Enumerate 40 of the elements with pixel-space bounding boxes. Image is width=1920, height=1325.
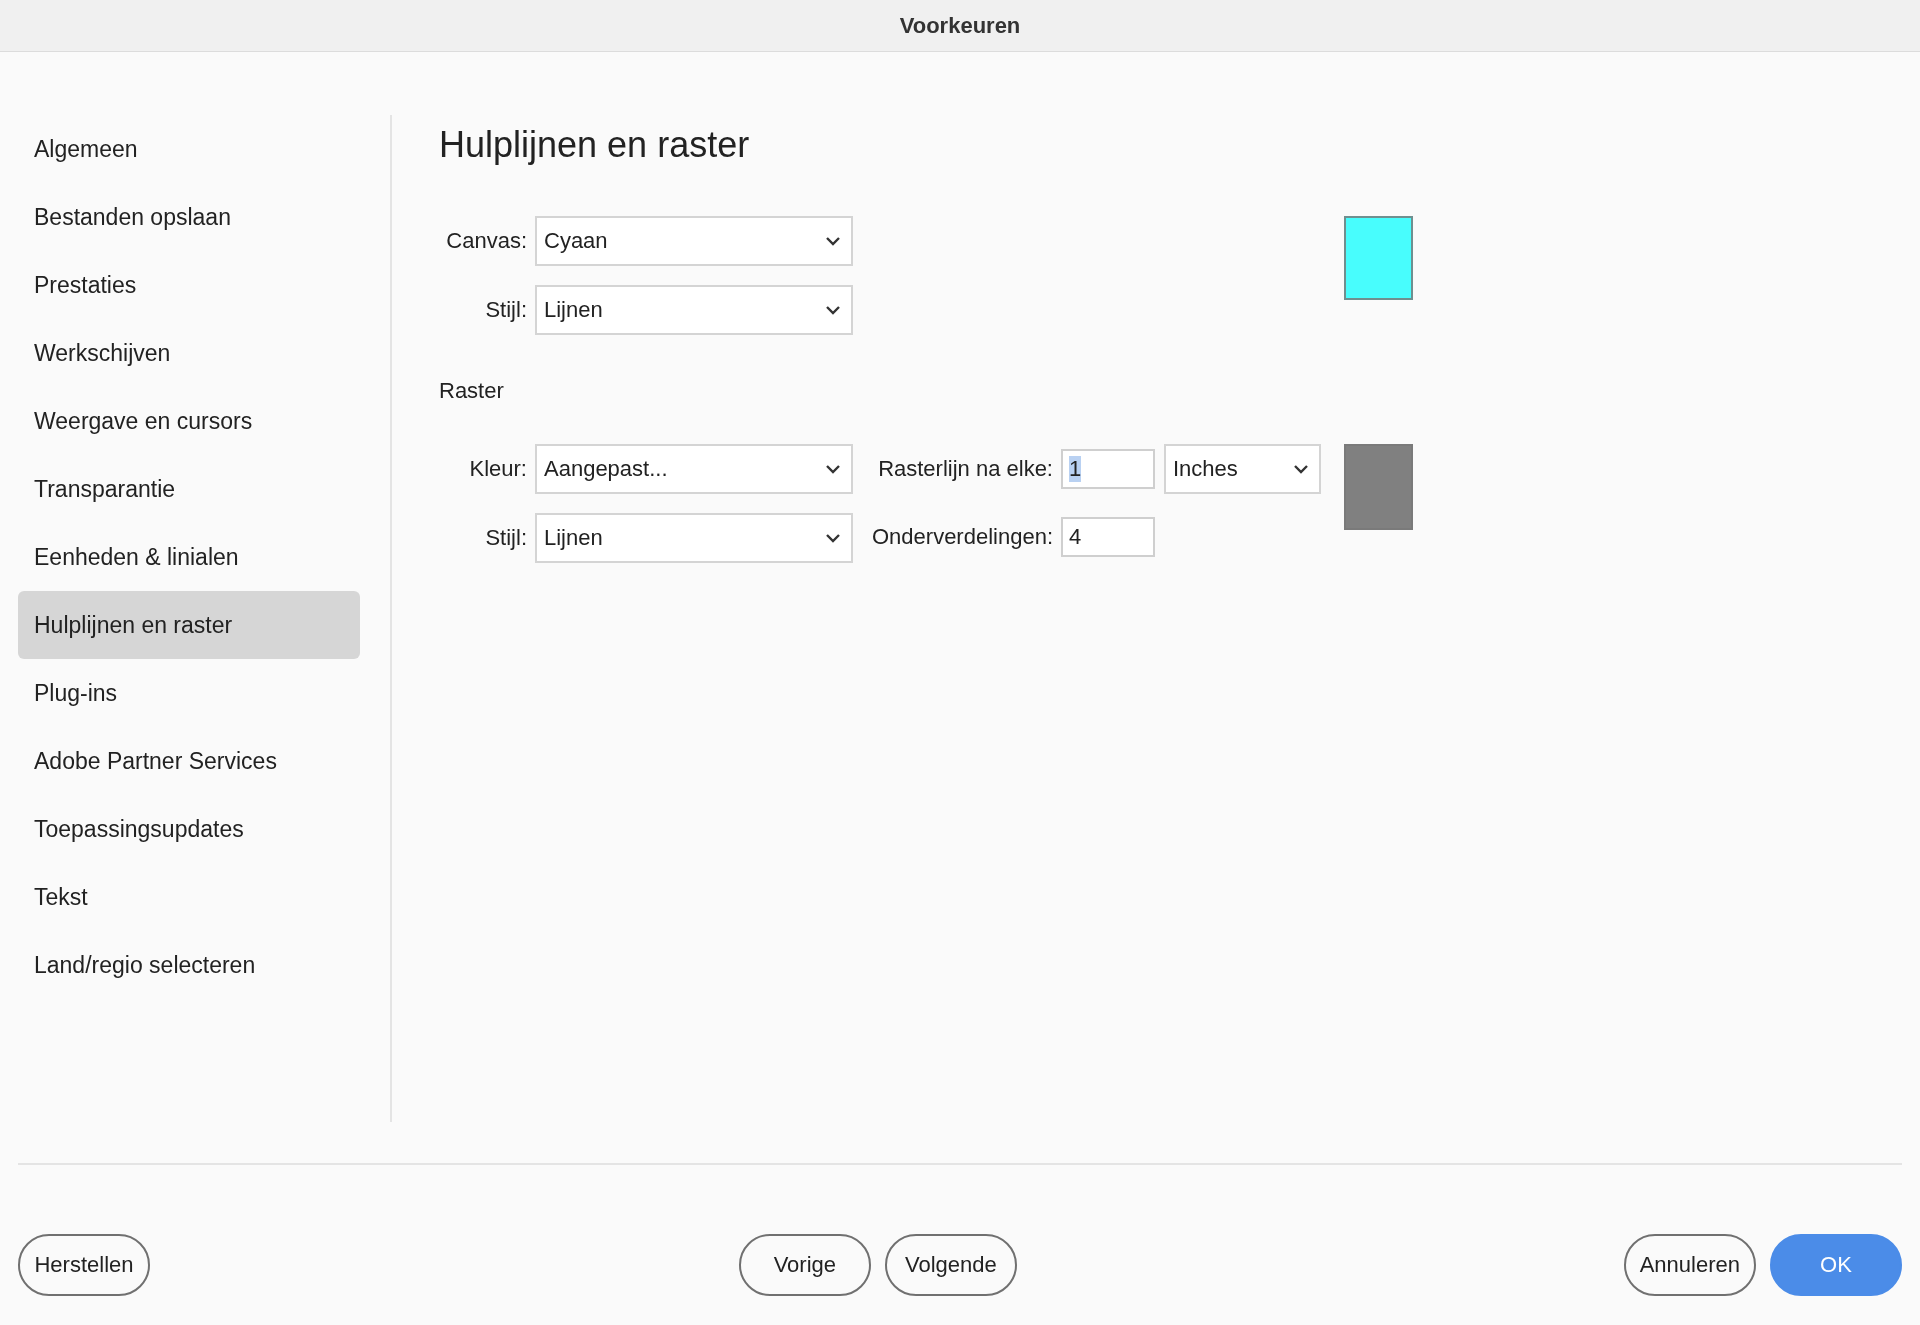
section-heading: Hulplijnen en raster xyxy=(439,123,751,167)
sidebar-item[interactable]: Weergave en cursors xyxy=(18,387,360,455)
chevron-down-icon xyxy=(825,533,841,543)
chevron-down-icon xyxy=(1293,464,1309,474)
dropdown[interactable]: Inches xyxy=(1164,444,1321,494)
dropdown[interactable]: Aangepast... xyxy=(535,444,853,494)
input-field[interactable]: 4 xyxy=(1061,517,1155,557)
sidebar-item[interactable]: Adobe Partner Services xyxy=(18,727,360,795)
sidebar-item[interactable]: Eenheden & linialen xyxy=(18,523,360,591)
window-title: Voorkeuren xyxy=(899,12,1021,39)
field-label: Canvas: xyxy=(445,228,527,254)
field-label: Stijl: xyxy=(484,297,527,323)
chevron-down-icon xyxy=(825,464,841,474)
dropdown[interactable]: Cyaan xyxy=(535,216,853,266)
field-label: Onderverdelingen: xyxy=(871,524,1053,550)
sidebar-item[interactable]: Werkschijven xyxy=(18,319,360,387)
color-swatch[interactable] xyxy=(1344,444,1413,530)
sidebar-item[interactable]: Toepassingsupdates xyxy=(18,795,360,863)
color-swatch[interactable] xyxy=(1344,216,1413,300)
sidebar-item[interactable]: Tekst xyxy=(18,863,360,931)
sidebar-item[interactable]: Bestanden opslaan xyxy=(18,183,360,251)
chevron-down-icon xyxy=(825,305,841,315)
footer-button[interactable]: Volgende xyxy=(884,1234,1017,1296)
input-field[interactable]: 1 xyxy=(1061,449,1155,489)
sidebar-item[interactable]: Hulplijnen en raster xyxy=(18,591,360,659)
field-label: Rasterlijn na elke: xyxy=(877,456,1053,482)
field-label: Stijl: xyxy=(484,525,527,551)
sidebar-item[interactable]: Plug-ins xyxy=(18,659,360,727)
sidebar-item[interactable]: Prestaties xyxy=(18,251,360,319)
group-title: Raster xyxy=(439,377,505,405)
chevron-down-icon xyxy=(825,236,841,246)
sidebar-item[interactable]: Transparantie xyxy=(18,455,360,523)
dropdown[interactable]: Lijnen xyxy=(535,285,853,335)
sidebar-item[interactable]: Land/regio selecteren xyxy=(18,931,360,999)
footer-button[interactable]: Herstellen xyxy=(18,1234,150,1296)
footer-button[interactable]: Annuleren xyxy=(1623,1234,1756,1296)
dropdown[interactable]: Lijnen xyxy=(535,513,853,563)
sidebar-item[interactable]: Algemeen xyxy=(18,115,360,183)
footer-button[interactable]: Vorige xyxy=(738,1234,871,1296)
field-label: Kleur: xyxy=(468,456,527,482)
